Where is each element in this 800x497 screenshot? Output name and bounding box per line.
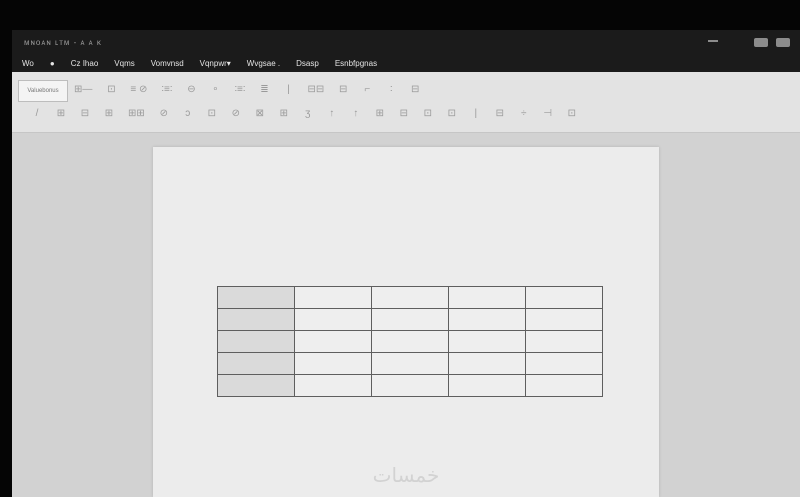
toolbar-tool-icon[interactable]: ⊟: [80, 108, 90, 120]
toolbar-tool-icon[interactable]: ∶: [386, 84, 396, 96]
toolbar-tool-icon[interactable]: ⊟: [410, 84, 420, 96]
toolbar-tool-icon[interactable]: ⊟: [338, 84, 348, 96]
table-cell[interactable]: [217, 374, 295, 397]
toolbar-tool-icon[interactable]: ∘: [210, 84, 220, 96]
toolbar-tool-icon[interactable]: ⊞: [104, 108, 114, 120]
table-cell[interactable]: [371, 374, 449, 397]
table-row: [217, 352, 603, 375]
toolbar-tool-icon[interactable]: ∶≡∶: [161, 84, 172, 96]
table-cell[interactable]: [217, 308, 295, 331]
toolbar-tool-icon[interactable]: ⊡: [207, 108, 217, 120]
toolbar-row-2: / ⊞ ⊟ ⊞ ⊞⊞ ⊘ ɔ ⊡ ⊘ ⊠ ⊞ ʒ ↑ ↑ ⊞ ⊟ ⊡ ⊡ | ⊟ ÷ ⊣ ⊡: [32, 108, 577, 120]
table-cell[interactable]: [294, 374, 372, 397]
toolbar-tool-icon[interactable]: ⊞: [56, 108, 66, 120]
table-cell[interactable]: [448, 308, 526, 331]
table-cell[interactable]: [294, 286, 372, 309]
table-cell[interactable]: [525, 352, 603, 375]
toolbar-tool-icon[interactable]: ⊡: [447, 108, 457, 120]
toolbar-tool-icon[interactable]: ⊞: [279, 108, 289, 120]
table-cell[interactable]: [294, 330, 372, 353]
table-row: [217, 330, 603, 353]
table-cell[interactable]: [217, 330, 295, 353]
table-cell[interactable]: [217, 352, 295, 375]
toolbar-tool-icon[interactable]: ⊠: [255, 108, 265, 120]
table-cell[interactable]: [371, 330, 449, 353]
menu-item[interactable]: Wo: [22, 59, 34, 68]
table-cell[interactable]: [217, 286, 295, 309]
table-cell[interactable]: [525, 286, 603, 309]
toolbar-row-1: ⊞— ⊡ ≡ ⊘ ∶≡∶ ⊖ ∘ ∶≡∶ ≣ | ⊟⊟ ⊟ ⌐ ∶ ⊟: [74, 84, 420, 96]
toolbar-tool-icon[interactable]: ⊡: [106, 84, 116, 96]
toolbar-tool-icon[interactable]: ⊣: [543, 108, 553, 120]
table-row: [217, 286, 603, 309]
menu-item[interactable]: Esnbfpgnas: [335, 59, 377, 68]
window-button-icon[interactable]: [776, 38, 790, 47]
table-cell[interactable]: [525, 374, 603, 397]
window-button-icon[interactable]: [754, 38, 768, 47]
window-title: ᴍɴᴏᴀɴ ʟᴛᴍ - ᴀ ᴀ ᴋ: [24, 38, 102, 47]
toolbar-tool-icon[interactable]: ⊞: [375, 108, 385, 120]
menu-item[interactable]: ●: [50, 59, 55, 68]
toolbar-tool-icon[interactable]: ⊞⊞: [128, 108, 145, 120]
toolbar-tool-icon[interactable]: ⊘: [159, 108, 169, 120]
menu-item[interactable]: Vomvnsd: [151, 59, 184, 68]
toolbar-tool-icon[interactable]: ⊡: [423, 108, 433, 120]
table-cell[interactable]: [448, 286, 526, 309]
toolbar-tool-icon[interactable]: |: [471, 108, 481, 120]
table-row: [217, 374, 603, 397]
toolbar-tool-icon[interactable]: ↑: [351, 108, 361, 120]
filter-icon[interactable]: [708, 40, 718, 50]
watermark: خمسات: [372, 463, 440, 487]
menu-item[interactable]: Dsasp: [296, 59, 319, 68]
menu-item[interactable]: Vqms: [114, 59, 134, 68]
table-cell[interactable]: [525, 308, 603, 331]
toolbar-tool-icon[interactable]: ⊟: [399, 108, 409, 120]
table-cell[interactable]: [294, 308, 372, 331]
toolbar-tool-icon[interactable]: ⊘: [231, 108, 241, 120]
toolbar-tool-icon[interactable]: ⊡: [567, 108, 577, 120]
document-table[interactable]: [217, 286, 603, 397]
screen: ᴍɴᴏᴀɴ ʟᴛᴍ - ᴀ ᴀ ᴋ Wo ● Cz Ihao Vqms Vomvnsd V…: [12, 30, 800, 497]
table-row: [217, 308, 603, 331]
toolbar-tool-icon[interactable]: ⌐: [362, 84, 372, 96]
menu-item[interactable]: Wvgsae .: [247, 59, 280, 68]
table-cell[interactable]: [371, 352, 449, 375]
document-workspace: خمسات: [12, 133, 800, 497]
ribbon-toolbar: Valuebonus ⊞— ⊡ ≡ ⊘ ∶≡∶ ⊖ ∘ ∶≡∶ ≣ | ⊟⊟ ⊟ ⌐ ∶ ⊟ / ⊞ ⊟ ⊞ ⊞⊞…: [12, 72, 800, 133]
style-selector[interactable]: Valuebonus: [18, 80, 68, 102]
table-cell[interactable]: [448, 352, 526, 375]
toolbar-tool-icon[interactable]: ↑: [327, 108, 337, 120]
table-cell[interactable]: [448, 374, 526, 397]
toolbar-tool-icon[interactable]: ≡ ⊘: [130, 84, 147, 96]
table-cell[interactable]: [371, 286, 449, 309]
document-page[interactable]: خمسات: [153, 147, 659, 497]
table-cell[interactable]: [525, 330, 603, 353]
window-controls: [754, 38, 790, 47]
menu-item[interactable]: Vqnpwr▾: [200, 59, 231, 68]
toolbar-tool-icon[interactable]: ⊖: [186, 84, 196, 96]
toolbar-tool-icon[interactable]: ⊟: [495, 108, 505, 120]
toolbar-tool-icon[interactable]: ɔ: [183, 108, 193, 120]
toolbar-tool-icon[interactable]: ≣: [259, 84, 269, 96]
toolbar-tool-icon[interactable]: ⊟⊟: [307, 84, 324, 96]
toolbar-tool-icon[interactable]: /: [32, 108, 42, 120]
toolbar-tool-icon[interactable]: ʒ: [303, 108, 313, 120]
toolbar-tool-icon[interactable]: ⊞—: [74, 84, 92, 96]
menu-bar: Wo ● Cz Ihao Vqms Vomvnsd Vqnpwr▾ Wvgsae . Dsas…: [12, 56, 393, 70]
table-cell[interactable]: [371, 308, 449, 331]
toolbar-tool-icon[interactable]: ÷: [519, 108, 529, 120]
toolbar-tool-icon[interactable]: ∶≡∶: [234, 84, 245, 96]
table-cell[interactable]: [294, 352, 372, 375]
title-bar: ᴍɴᴏᴀɴ ʟᴛᴍ - ᴀ ᴀ ᴋ Wo ● Cz Ihao Vqms Vomvnsd V…: [12, 30, 800, 72]
menu-item[interactable]: Cz Ihao: [71, 59, 99, 68]
table-cell[interactable]: [448, 330, 526, 353]
toolbar-tool-icon[interactable]: |: [283, 84, 293, 96]
